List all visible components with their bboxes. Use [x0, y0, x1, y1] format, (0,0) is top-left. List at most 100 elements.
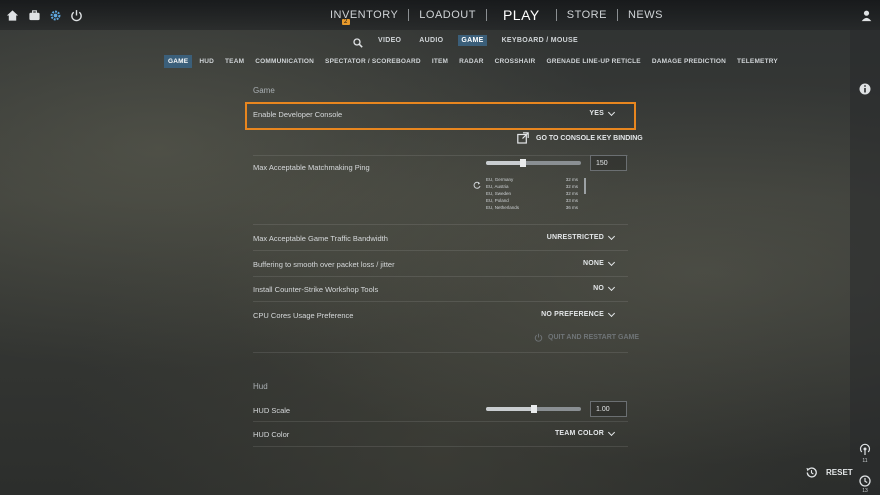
chevron-down-icon	[607, 232, 616, 240]
inventory-badge: 2	[342, 19, 350, 25]
quit-restart-button[interactable]: QUIT AND RESTART GAME	[534, 333, 639, 342]
dropdown-workshop-tools[interactable]: NO	[593, 283, 616, 292]
list-item: EU, Germany 32 ms	[486, 176, 582, 183]
dropdown-cpu-cores[interactable]: NO PREFERENCE	[541, 309, 616, 318]
divider	[253, 250, 628, 251]
profile-icon[interactable]	[859, 8, 873, 22]
main-nav: INVENTORY 2 LOADOUT PLAY STORE NEWS	[320, 0, 673, 30]
setting-label: Max Acceptable Game Traffic Bandwidth	[253, 234, 388, 243]
server-ping: 32 ms	[565, 191, 578, 196]
broadcast-count: 11	[862, 458, 868, 464]
server-name: EU, Germany	[486, 177, 514, 182]
hud-scale-slider[interactable]	[486, 405, 581, 413]
tab-communication[interactable]: COMMUNICATION	[251, 55, 318, 68]
console-key-binding-link[interactable]: GO TO CONSOLE KEY BINDING	[517, 132, 643, 144]
list-item: EU, Sweden 32 ms	[486, 190, 582, 197]
setting-hud-color[interactable]: HUD Color TEAM COLOR	[244, 422, 629, 446]
game-settings-tabs: GAME HUD TEAM COMMUNICATION SPECTATOR / …	[164, 54, 785, 68]
dropdown-value: UNRESTRICTED	[546, 234, 604, 241]
dropdown-value: NO	[593, 285, 604, 292]
console-key-binding-label: GO TO CONSOLE KEY BINDING	[536, 134, 643, 142]
reset-button[interactable]: RESET	[805, 466, 853, 479]
server-name: EU, Austria	[486, 184, 509, 189]
briefcase-icon[interactable]	[27, 8, 41, 22]
server-name: EU, Sweden	[486, 191, 512, 196]
matchmaking-ping-slider[interactable]	[486, 159, 581, 167]
ping-list-scrollbar[interactable]	[584, 178, 586, 194]
tab-game[interactable]: GAME	[164, 54, 193, 68]
server-ping: 32 ms	[565, 184, 578, 189]
list-item: EU, Netherlands 36 ms	[486, 204, 582, 211]
power-icon[interactable]	[69, 8, 83, 22]
tab-damage-prediction[interactable]: DAMAGE PREDICTION	[648, 55, 730, 68]
tab-item[interactable]: ITEM	[428, 55, 452, 68]
top-bar: INVENTORY 2 LOADOUT PLAY STORE NEWS	[0, 0, 880, 30]
server-ping: 36 ms	[565, 205, 578, 210]
setting-traffic-bandwidth[interactable]: Max Acceptable Game Traffic Bandwidth UN…	[244, 226, 629, 250]
chevron-down-icon	[607, 428, 616, 436]
section-title-hud: Hud	[253, 382, 268, 391]
slider-fill	[486, 161, 524, 165]
dropdown-hud-color[interactable]: TEAM COLOR	[554, 428, 616, 437]
setting-cpu-cores[interactable]: CPU Cores Usage Preference NO PREFERENCE	[244, 303, 629, 327]
setting-buffering[interactable]: Buffering to smooth over packet loss / j…	[244, 252, 629, 276]
chevron-down-icon	[607, 258, 616, 266]
tab-hud[interactable]: HUD	[195, 55, 218, 68]
nav-news[interactable]: NEWS	[618, 9, 673, 21]
gear-icon[interactable]	[48, 8, 62, 22]
nav-store[interactable]: STORE	[557, 9, 617, 21]
setting-label: Max Acceptable Matchmaking Ping	[253, 163, 370, 172]
slider-handle[interactable]	[520, 159, 527, 167]
slider-handle[interactable]	[530, 405, 537, 413]
history-count: 13	[862, 488, 868, 494]
matchmaking-ping-input[interactable]: 150	[590, 155, 627, 171]
info-icon[interactable]	[858, 82, 872, 96]
refresh-icon[interactable]	[473, 176, 481, 189]
setting-label: Install Counter-Strike Workshop Tools	[253, 285, 379, 294]
category-game[interactable]: GAME	[458, 34, 487, 46]
nav-play[interactable]: PLAY	[487, 7, 556, 23]
setting-workshop-tools[interactable]: Install Counter-Strike Workshop Tools NO	[244, 277, 629, 301]
category-audio[interactable]: AUDIO	[416, 35, 446, 46]
server-name: EU, Netherlands	[486, 205, 520, 210]
tab-spectator-scoreboard[interactable]: SPECTATOR / SCOREBOARD	[321, 55, 425, 68]
setting-label: HUD Color	[253, 430, 290, 439]
tab-crosshair[interactable]: CROSSHAIR	[491, 55, 540, 68]
dropdown-buffering[interactable]: NONE	[582, 258, 616, 267]
dropdown-value: NONE	[582, 260, 604, 267]
tab-radar[interactable]: RADAR	[455, 55, 487, 68]
server-ping: 32 ms	[565, 177, 578, 182]
list-item: EU, Poland 33 ms	[486, 197, 582, 204]
nav-loadout[interactable]: LOADOUT	[409, 9, 486, 21]
dropdown-traffic-bandwidth[interactable]: UNRESTRICTED	[546, 232, 616, 241]
reset-icon	[805, 466, 818, 479]
category-video[interactable]: VIDEO	[375, 35, 404, 46]
list-item: EU, Austria 32 ms	[486, 183, 582, 190]
setting-label: CPU Cores Usage Preference	[253, 311, 354, 320]
divider	[253, 301, 628, 302]
server-name: EU, Poland	[486, 198, 509, 203]
nav-inventory[interactable]: INVENTORY 2	[320, 9, 408, 25]
home-icon[interactable]	[5, 8, 19, 22]
reset-label: RESET	[826, 468, 853, 477]
right-rail: 11 13	[850, 30, 880, 495]
broadcast-icon[interactable]	[858, 443, 872, 457]
tab-grenade-lineup-reticle[interactable]: GRENADE LINE-UP RETICLE	[542, 55, 644, 68]
dropdown-value: TEAM COLOR	[554, 430, 604, 437]
history-icon[interactable]	[858, 474, 872, 488]
power-icon	[534, 333, 543, 342]
search-icon[interactable]	[353, 35, 363, 48]
hud-scale-input[interactable]: 1.00	[590, 401, 627, 417]
setting-label: HUD Scale	[253, 406, 291, 415]
category-keyboard-mouse[interactable]: KEYBOARD / MOUSE	[499, 35, 581, 46]
settings-category-nav: VIDEO AUDIO GAME KEYBOARD / MOUSE	[353, 33, 581, 48]
quit-restart-label: QUIT AND RESTART GAME	[548, 334, 639, 341]
nav-inventory-label: INVENTORY	[330, 9, 399, 21]
section-title-game: Game	[253, 86, 275, 95]
tab-team[interactable]: TEAM	[221, 55, 248, 68]
server-ping-list[interactable]: EU, Germany 32 ms EU, Austria 32 ms EU, Sw…	[486, 176, 582, 211]
divider	[253, 446, 628, 447]
server-ping: 33 ms	[565, 198, 578, 203]
divider	[253, 352, 628, 353]
tab-telemetry[interactable]: TELEMETRY	[733, 55, 782, 68]
